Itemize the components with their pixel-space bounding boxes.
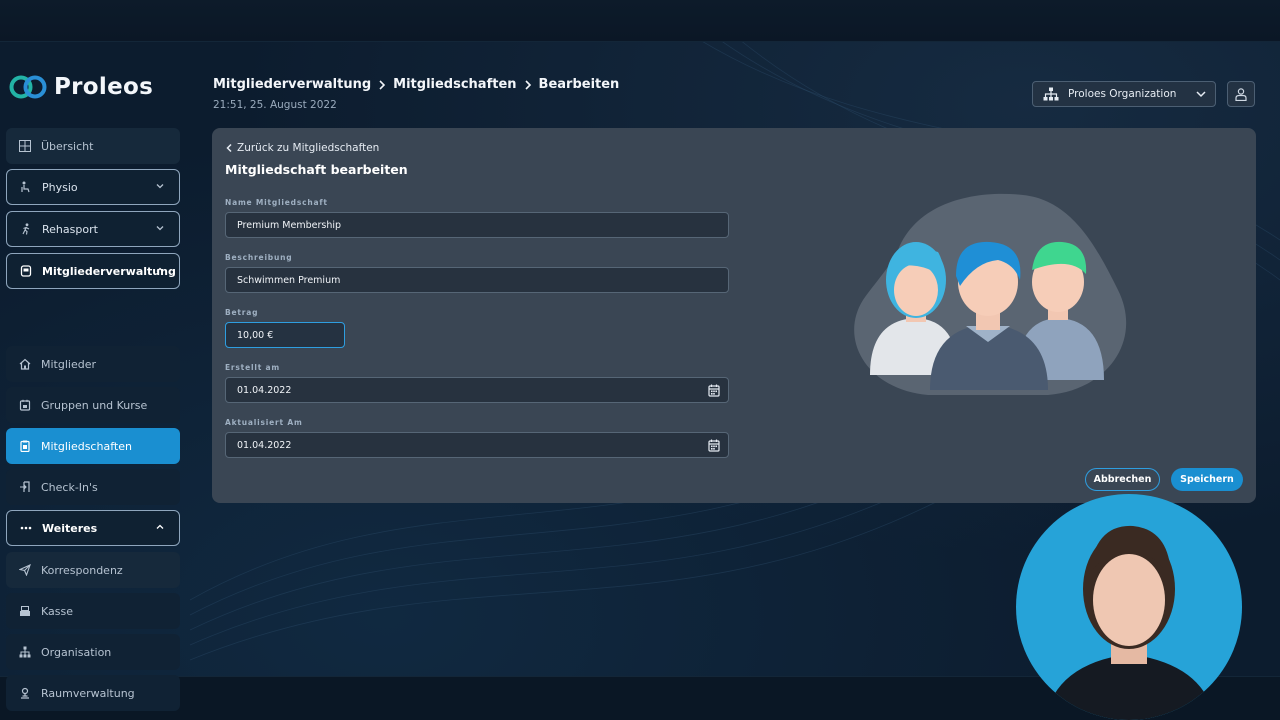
member-card-icon — [19, 264, 33, 278]
send-icon — [18, 563, 32, 577]
cancel-button[interactable]: Abbrechen — [1085, 468, 1160, 491]
calendar-icon[interactable] — [708, 439, 720, 452]
sidebar-item-check-ins[interactable]: Check-In's — [6, 469, 180, 505]
clipboard-icon — [18, 439, 32, 453]
created-date-value: 01.04.2022 — [237, 384, 292, 396]
sidebar-item-organisation[interactable]: Organisation — [6, 634, 180, 670]
sidebar-item-kasse[interactable]: Kasse — [6, 593, 180, 629]
dots-icon — [19, 521, 33, 535]
location-icon — [18, 686, 32, 700]
name-field-label: Name Mitgliedschaft — [225, 198, 328, 207]
user-icon — [1235, 87, 1247, 101]
physio-icon — [19, 180, 33, 194]
sidebar-item-uebersicht[interactable]: Übersicht — [6, 128, 180, 164]
chevron-up-icon — [156, 267, 164, 272]
amount-field-label: Betrag — [225, 308, 259, 317]
breadcrumb: Mitgliederverwaltung Mitgliedschaften Be… — [213, 77, 619, 92]
sidebar-item-korrespondenz[interactable]: Korrespondenz — [6, 552, 180, 588]
sidebar-item-weiteres[interactable]: Weiteres — [6, 510, 180, 546]
calendar-icon — [18, 398, 32, 412]
header-datetime: 21:51, 25. August 2022 — [213, 99, 337, 111]
user-profile-button[interactable] — [1227, 81, 1255, 107]
updated-date-field[interactable]: 01.04.2022 — [225, 432, 729, 458]
sidebar-item-mitglieder[interactable]: Mitglieder — [6, 346, 180, 382]
updated-date-value: 01.04.2022 — [237, 439, 292, 451]
breadcrumb-item-bearbeiten: Bearbeiten — [538, 77, 620, 92]
sidebar-item-label: Mitgliedschaften — [41, 439, 132, 453]
created-field-label: Erstellt am — [225, 363, 280, 372]
presenter-video-overlay — [1016, 494, 1242, 720]
chevron-down-icon — [156, 226, 164, 231]
logo-icon — [9, 75, 47, 99]
created-date-field[interactable]: 01.04.2022 — [225, 377, 729, 403]
chevron-left-icon — [226, 143, 232, 153]
register-icon — [18, 604, 32, 618]
back-link-label: Zurück zu Mitgliedschaften — [237, 142, 380, 154]
breadcrumb-item-mitgliederverwaltung[interactable]: Mitgliederverwaltung — [213, 77, 371, 92]
members-illustration — [854, 193, 1127, 395]
sidebar-item-gruppen-und-kurse[interactable]: Gruppen und Kurse — [6, 387, 180, 423]
app-name: Proleos — [54, 74, 154, 100]
running-icon — [19, 222, 33, 236]
sidebar-item-physio[interactable]: Physio — [6, 169, 180, 205]
sidebar-item-rehasport[interactable]: Rehasport — [6, 211, 180, 247]
sidebar: Proleos Übersicht Physio Rehasport Mitgl… — [0, 52, 190, 711]
sidebar-item-label: Raumverwaltung — [41, 686, 135, 700]
back-link[interactable]: Zurück zu Mitgliedschaften — [225, 142, 379, 154]
sidebar-item-mitgliederverwaltung[interactable]: Mitgliederverwaltung — [6, 253, 180, 289]
description-field[interactable]: Schwimmen Premium — [225, 267, 729, 293]
breadcrumb-item-mitgliedschaften[interactable]: Mitgliedschaften — [393, 77, 516, 92]
sidebar-item-label: Rehasport — [42, 222, 98, 236]
amount-field[interactable]: 10,00 € — [225, 322, 345, 348]
description-field-value: Schwimmen Premium — [237, 274, 341, 286]
chevron-down-icon — [156, 184, 164, 189]
sidebar-item-label: Korrespondenz — [41, 563, 123, 577]
house-icon — [18, 357, 32, 371]
sidebar-item-raumverwaltung[interactable]: Raumverwaltung — [6, 675, 180, 711]
top-bar — [0, 0, 1280, 42]
chevron-up-icon — [156, 524, 164, 529]
sidebar-item-label: Mitglieder — [41, 357, 96, 371]
sidebar-item-mitgliedschaften[interactable]: Mitgliedschaften — [6, 428, 180, 464]
sidebar-item-label: Weiteres — [42, 521, 98, 535]
chevron-down-icon — [1196, 91, 1206, 98]
organization-select-value: Proloes Organization — [1068, 88, 1177, 100]
sidebar-item-label: Übersicht — [41, 139, 94, 153]
hierarchy-icon — [1043, 87, 1059, 101]
chevron-right-icon — [379, 79, 386, 90]
door-icon — [18, 480, 32, 494]
sidebar-item-label: Physio — [42, 180, 78, 194]
description-field-label: Beschreibung — [225, 253, 293, 262]
save-button[interactable]: Speichern — [1171, 468, 1243, 491]
sidebar-item-label: Organisation — [41, 645, 112, 659]
calendar-icon[interactable] — [708, 384, 720, 397]
hierarchy-icon — [18, 645, 32, 659]
name-field-value: Premium Membership — [237, 219, 342, 231]
sidebar-item-label: Gruppen und Kurse — [41, 398, 148, 412]
sidebar-item-label: Kasse — [41, 604, 73, 618]
app-logo[interactable]: Proleos — [8, 72, 153, 102]
updated-field-label: Aktualisiert Am — [225, 418, 303, 427]
page-title: Mitgliedschaft bearbeiten — [225, 162, 408, 177]
name-field[interactable]: Premium Membership — [225, 212, 729, 238]
grid-icon — [18, 139, 32, 153]
sidebar-item-label: Check-In's — [41, 480, 98, 494]
amount-field-value: 10,00 € — [237, 329, 274, 341]
organization-select[interactable]: Proloes Organization — [1032, 81, 1216, 107]
chevron-right-icon — [524, 79, 531, 90]
